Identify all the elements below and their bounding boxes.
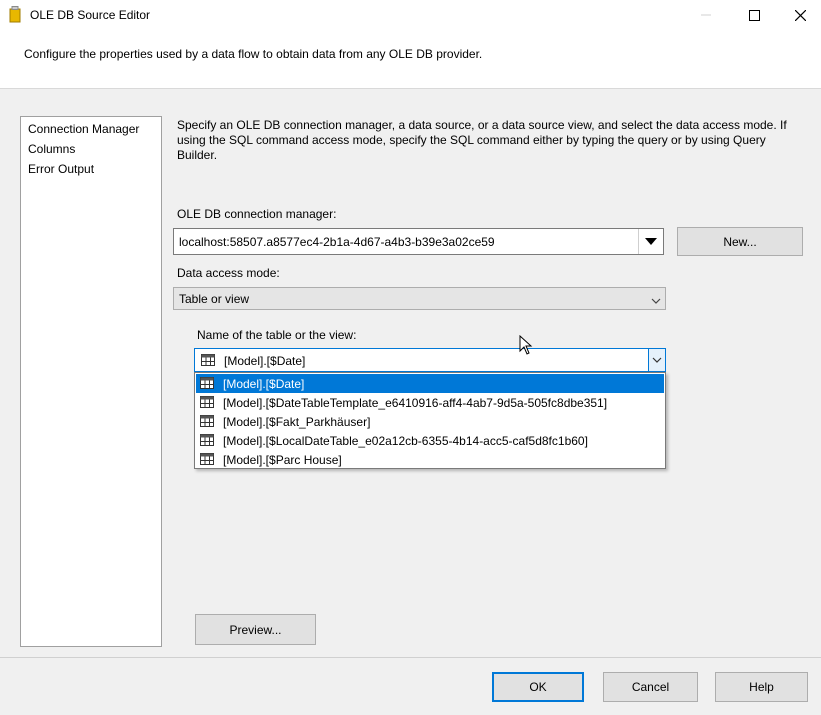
access-mode-value: Table or view xyxy=(179,292,250,306)
cancel-button[interactable]: Cancel xyxy=(603,672,698,702)
package-icon xyxy=(9,6,21,23)
chevron-down-icon xyxy=(651,298,661,304)
table-icon xyxy=(201,354,215,366)
table-option[interactable]: [Model].[$Parc House] xyxy=(196,450,664,469)
footer-divider xyxy=(0,657,821,658)
close-icon xyxy=(794,9,806,21)
triangle-down-icon xyxy=(645,238,657,245)
table-option[interactable]: [Model].[$Date] xyxy=(196,374,664,393)
nav-item-error-output[interactable]: Error Output xyxy=(28,162,94,176)
close-button[interactable] xyxy=(777,0,821,30)
table-option-label: [Model].[$Fakt_Parkhäuser] xyxy=(223,415,371,429)
table-name-combo[interactable]: [Model].[$Date] xyxy=(194,348,666,372)
help-button[interactable]: Help xyxy=(715,672,808,702)
new-connection-button[interactable]: New... xyxy=(677,227,803,256)
mouse-cursor-icon xyxy=(519,335,533,355)
table-option[interactable]: [Model].[$Fakt_Parkhäuser] xyxy=(196,412,664,431)
ok-button[interactable]: OK xyxy=(492,672,584,702)
table-option-label: [Model].[$LocalDateTable_e02a12cb-6355-4… xyxy=(223,434,588,448)
table-option[interactable]: [Model].[$LocalDateTable_e02a12cb-6355-4… xyxy=(196,431,664,450)
minimize-icon xyxy=(701,14,711,16)
instructions-text: Specify an OLE DB connection manager, a … xyxy=(177,118,787,162)
access-mode-chevron xyxy=(651,294,661,308)
description-text: Configure the properties used by a data … xyxy=(24,47,483,61)
table-name-label: Name of the table or the view: xyxy=(197,328,357,342)
table-icon xyxy=(200,434,214,446)
access-mode-label: Data access mode: xyxy=(177,266,280,280)
table-icon xyxy=(200,453,214,465)
nav-item-columns[interactable]: Columns xyxy=(28,142,75,156)
table-option-label: [Model].[$Parc House] xyxy=(223,453,342,467)
chevron-down-icon xyxy=(652,357,662,363)
access-mode-select[interactable]: Table or view xyxy=(173,287,666,310)
maximize-icon xyxy=(748,9,760,21)
minimize-button[interactable] xyxy=(683,0,729,30)
connection-manager-label: OLE DB connection manager: xyxy=(177,207,337,221)
navigation-list: Connection Manager Columns Error Output xyxy=(20,116,162,647)
connection-dropdown-button[interactable] xyxy=(638,229,663,254)
table-icon xyxy=(200,396,214,408)
nav-item-connection-manager[interactable]: Connection Manager xyxy=(28,122,139,136)
table-dropdown-list: [Model].[$Date] [Model].[$DateTableTempl… xyxy=(194,372,666,469)
title-bar: OLE DB Source Editor xyxy=(0,0,821,30)
table-icon xyxy=(200,415,214,427)
window-title: OLE DB Source Editor xyxy=(30,8,151,22)
table-option-label: [Model].[$Date] xyxy=(223,377,305,391)
table-dropdown-button[interactable] xyxy=(648,349,665,371)
preview-button[interactable]: Preview... xyxy=(195,614,316,645)
connection-manager-combo[interactable]: localhost:58507.a8577ec4-2b1a-4d67-a4b3-… xyxy=(173,228,664,255)
connection-manager-value: localhost:58507.a8577ec4-2b1a-4d67-a4b3-… xyxy=(179,235,495,249)
table-option-label: [Model].[$DateTableTemplate_e6410916-aff… xyxy=(223,396,608,410)
maximize-button[interactable] xyxy=(731,0,777,30)
table-icon xyxy=(200,377,214,389)
table-name-value: [Model].[$Date] xyxy=(224,354,306,368)
table-option[interactable]: [Model].[$DateTableTemplate_e6410916-aff… xyxy=(196,393,664,412)
